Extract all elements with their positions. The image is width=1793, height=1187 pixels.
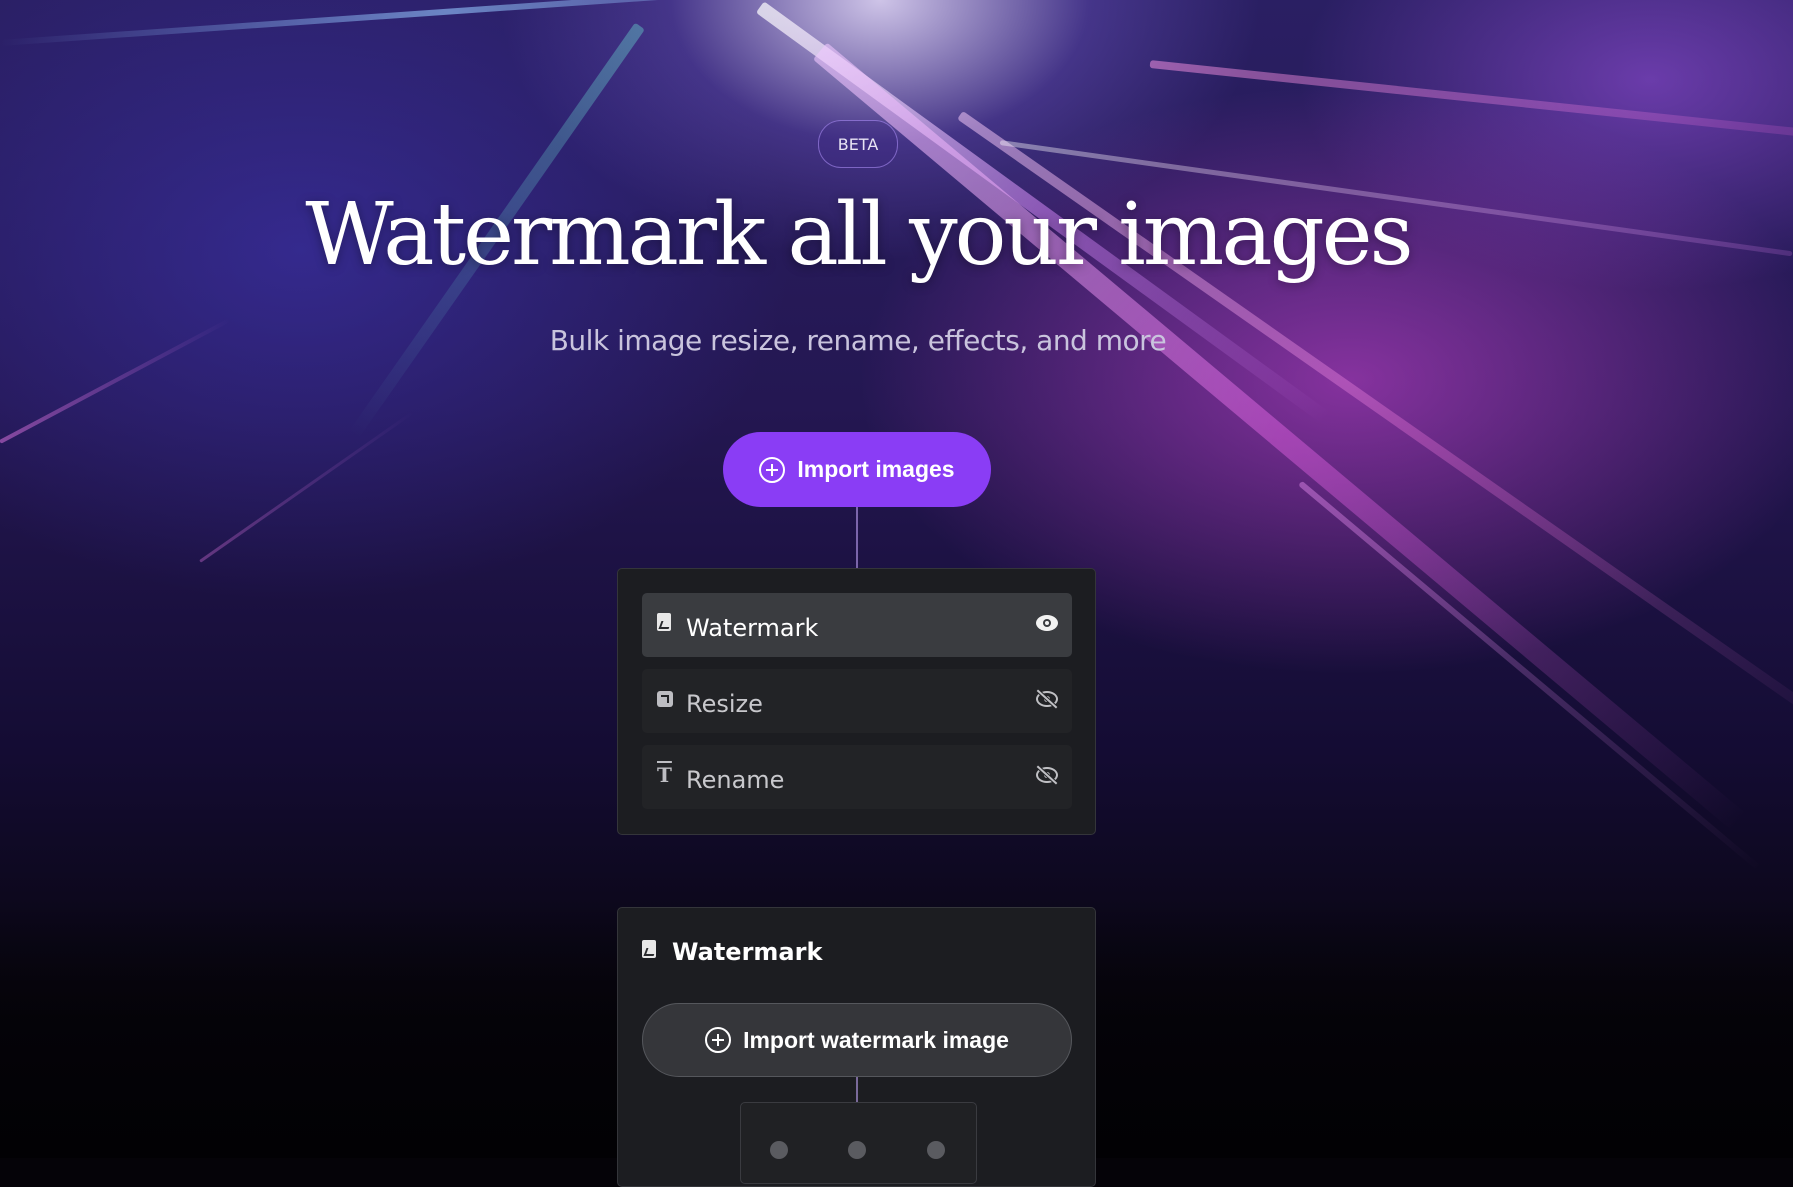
import-images-label: Import images — [797, 456, 955, 482]
eye-off-icon[interactable] — [1036, 691, 1058, 707]
resize-icon — [657, 689, 675, 709]
text-icon: T — [657, 763, 672, 787]
watermark-settings-panel: Watermark Import watermark image — [617, 907, 1096, 1187]
flow-connector — [856, 507, 858, 568]
step-resize[interactable]: Resize — [642, 669, 1072, 733]
watermark-panel-title: Watermark — [672, 938, 823, 966]
import-watermark-button[interactable]: Import watermark image — [642, 1003, 1072, 1077]
steps-panel: Watermark Resize T Rename — [617, 568, 1096, 835]
step-label: Resize — [686, 690, 763, 718]
step-label: Watermark — [686, 614, 819, 642]
document-image-icon — [657, 613, 675, 633]
step-rename[interactable]: T Rename — [642, 745, 1072, 809]
eye-off-icon[interactable] — [1036, 767, 1058, 783]
flow-connector — [856, 1077, 858, 1102]
position-dot[interactable] — [848, 1141, 866, 1159]
beta-badge: BETA — [818, 120, 898, 168]
position-dot[interactable] — [770, 1141, 788, 1159]
plus-circle-icon — [759, 456, 786, 483]
eye-icon[interactable] — [1036, 615, 1058, 631]
import-images-button[interactable]: Import images — [723, 432, 991, 507]
watermark-position-picker — [740, 1102, 977, 1184]
import-watermark-label: Import watermark image — [743, 1026, 1009, 1053]
page-title: Watermark all your images — [305, 185, 1413, 285]
step-label: Rename — [686, 766, 785, 794]
document-image-icon — [642, 940, 660, 960]
plus-circle-icon — [705, 1027, 732, 1053]
position-dot[interactable] — [927, 1141, 945, 1159]
watermark-panel-header: Watermark — [642, 938, 822, 966]
page-subtitle: Bulk image resize, rename, effects, and … — [549, 324, 1167, 357]
step-watermark[interactable]: Watermark — [642, 593, 1072, 657]
